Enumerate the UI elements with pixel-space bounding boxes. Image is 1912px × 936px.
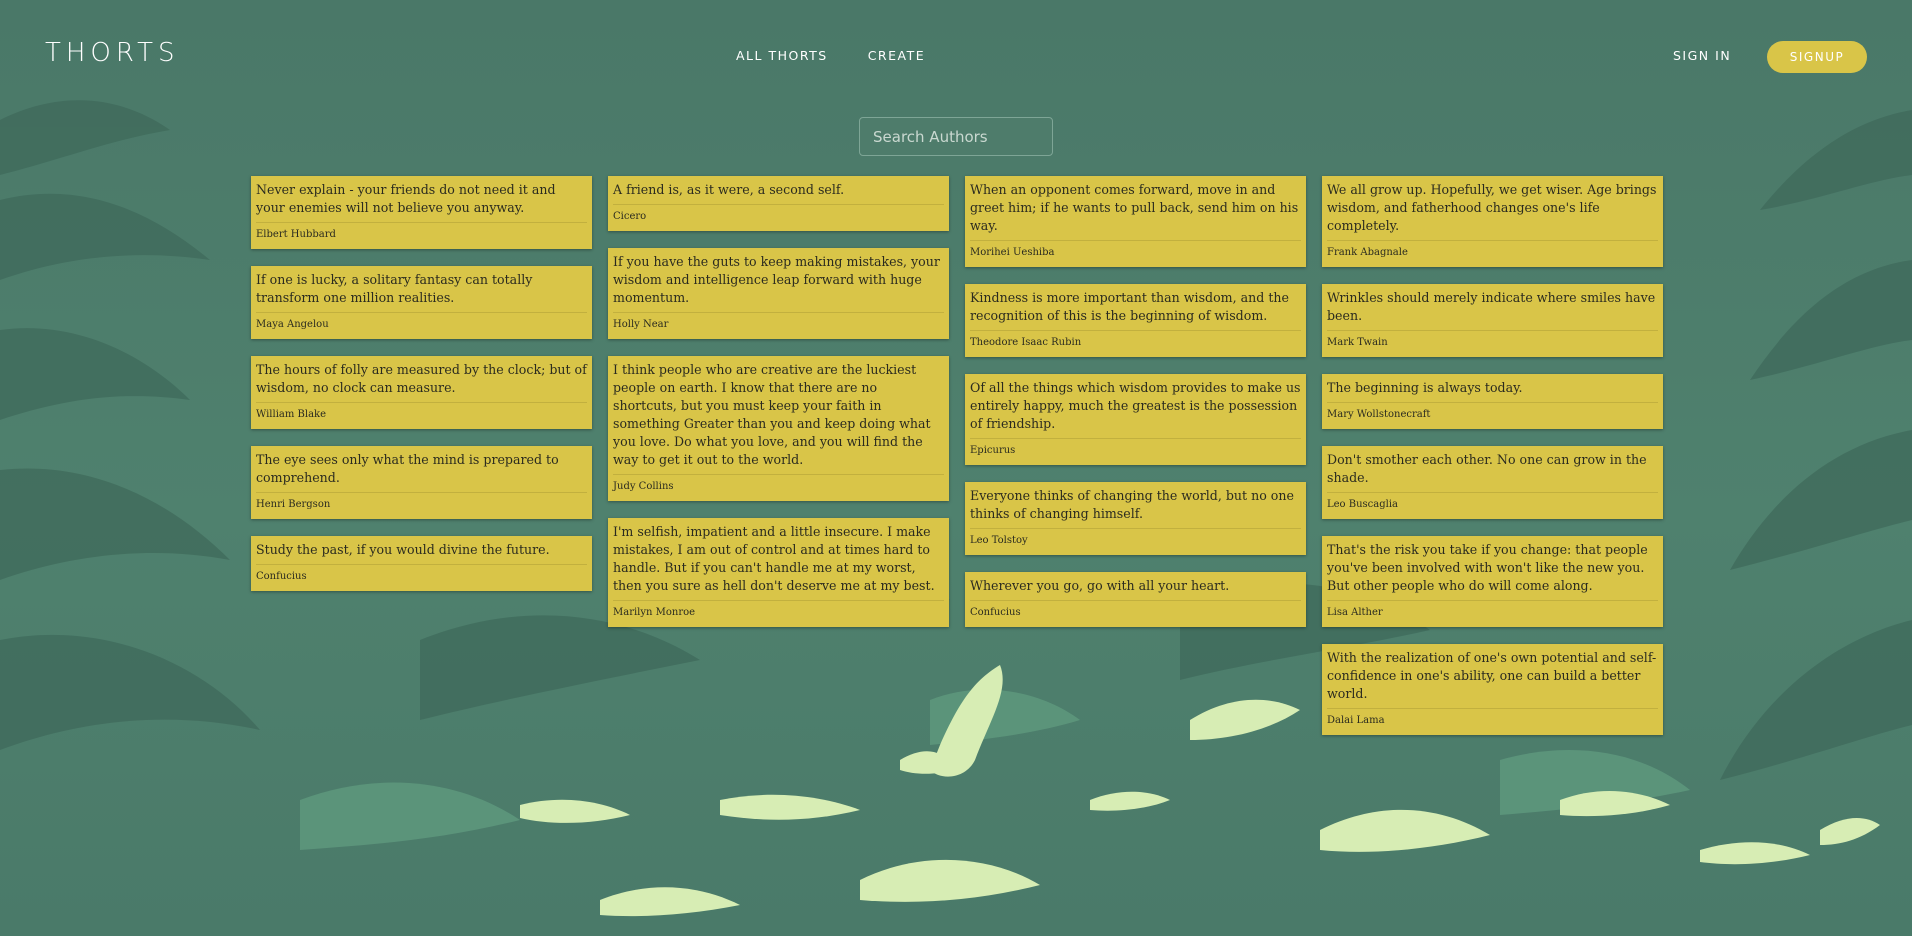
quote-card[interactable]: Of all the things which wisdom provides … xyxy=(965,374,1306,465)
quote-card[interactable]: We all grow up. Hopefully, we get wiser.… xyxy=(1322,176,1663,267)
quote-card[interactable]: A friend is, as it were, a second self. … xyxy=(608,176,949,231)
quote-author: Leo Buscaglia xyxy=(1327,499,1399,510)
site-logo[interactable]: THORTS xyxy=(45,38,179,68)
quote-author: Frank Abagnale xyxy=(1327,247,1408,258)
quote-card[interactable]: Kindness is more important than wisdom, … xyxy=(965,284,1306,357)
quote-text: Of all the things which wisdom provides … xyxy=(970,379,1301,439)
quote-text: The hours of folly are measured by the c… xyxy=(256,361,587,403)
quotes-grid: Never explain - your friends do not need… xyxy=(251,176,1663,735)
quote-text: Everyone thinks of changing the world, b… xyxy=(970,487,1301,529)
quote-author: Holly Near xyxy=(613,319,669,330)
quote-text: Wherever you go, go with all your heart. xyxy=(970,577,1301,601)
quote-author: Dalai Lama xyxy=(1327,715,1385,726)
quote-author: Marilyn Monroe xyxy=(613,607,696,618)
quote-text: When an opponent comes forward, move in … xyxy=(970,181,1301,241)
quote-card[interactable]: If you have the guts to keep making mist… xyxy=(608,248,949,339)
quote-card[interactable]: The hours of folly are measured by the c… xyxy=(251,356,592,429)
quote-text: If you have the guts to keep making mist… xyxy=(613,253,944,313)
quote-card[interactable]: If one is lucky, a solitary fantasy can … xyxy=(251,266,592,339)
nav-all-thorts-link[interactable]: ALL THORTS xyxy=(736,48,828,63)
quote-author: Leo Tolstoy xyxy=(970,535,1028,546)
quote-author: Mary Wollstonecraft xyxy=(1327,409,1431,420)
quote-text: I think people who are creative are the … xyxy=(613,361,944,475)
quote-card[interactable]: The eye sees only what the mind is prepa… xyxy=(251,446,592,519)
search-authors-input[interactable] xyxy=(859,117,1053,156)
quote-card[interactable]: The beginning is always today. Mary Woll… xyxy=(1322,374,1663,429)
quote-author: Cicero xyxy=(613,211,647,222)
quote-card[interactable]: I think people who are creative are the … xyxy=(608,356,949,501)
quote-text: The beginning is always today. xyxy=(1327,379,1658,403)
quote-text: I'm selfish, impatient and a little inse… xyxy=(613,523,944,601)
nav-create-link[interactable]: CREATE xyxy=(868,48,925,63)
quote-text: The eye sees only what the mind is prepa… xyxy=(256,451,587,493)
quote-text: Kindness is more important than wisdom, … xyxy=(970,289,1301,331)
quote-card[interactable]: Everyone thinks of changing the world, b… xyxy=(965,482,1306,555)
quote-card[interactable]: Never explain - your friends do not need… xyxy=(251,176,592,249)
quote-text: Never explain - your friends do not need… xyxy=(256,181,587,223)
quote-author: Confucius xyxy=(970,607,1021,618)
main-nav: ALL THORTS CREATE xyxy=(736,48,925,63)
quote-author: Maya Angelou xyxy=(256,319,329,330)
quote-author: Morihei Ueshiba xyxy=(970,247,1055,258)
quote-author: Judy Collins xyxy=(613,481,674,492)
quote-author: Lisa Alther xyxy=(1327,607,1383,618)
quote-card[interactable]: I'm selfish, impatient and a little inse… xyxy=(608,518,949,627)
quote-author: Confucius xyxy=(256,571,307,582)
quote-text: If one is lucky, a solitary fantasy can … xyxy=(256,271,587,313)
quote-card[interactable]: With the realization of one's own potent… xyxy=(1322,644,1663,735)
quote-card[interactable]: Don't smother each other. No one can gro… xyxy=(1322,446,1663,519)
quote-column-1: Never explain - your friends do not need… xyxy=(251,176,592,735)
quote-author: Mark Twain xyxy=(1327,337,1388,348)
quote-card[interactable]: When an opponent comes forward, move in … xyxy=(965,176,1306,267)
quote-author: Epicurus xyxy=(970,445,1016,456)
quote-text: A friend is, as it were, a second self. xyxy=(613,181,944,205)
quote-author: Theodore Isaac Rubin xyxy=(970,337,1082,348)
quote-text: Study the past, if you would divine the … xyxy=(256,541,587,565)
quote-text: With the realization of one's own potent… xyxy=(1327,649,1658,709)
quote-column-3: When an opponent comes forward, move in … xyxy=(965,176,1306,735)
quote-author: Henri Bergson xyxy=(256,499,331,510)
top-navigation-bar: THORTS ALL THORTS CREATE SIGN IN SIGNUP xyxy=(0,0,1912,112)
quote-text: We all grow up. Hopefully, we get wiser.… xyxy=(1327,181,1658,241)
sign-in-link[interactable]: SIGN IN xyxy=(1673,48,1731,63)
quote-author: William Blake xyxy=(256,409,327,420)
quote-text: Don't smother each other. No one can gro… xyxy=(1327,451,1658,493)
quote-text: That's the risk you take if you change: … xyxy=(1327,541,1658,601)
signup-button[interactable]: SIGNUP xyxy=(1767,41,1867,73)
quote-card[interactable]: Study the past, if you would divine the … xyxy=(251,536,592,591)
quote-card[interactable]: That's the risk you take if you change: … xyxy=(1322,536,1663,627)
quote-card[interactable]: Wherever you go, go with all your heart.… xyxy=(965,572,1306,627)
quote-author: Elbert Hubbard xyxy=(256,229,336,240)
quote-column-4: We all grow up. Hopefully, we get wiser.… xyxy=(1322,176,1663,735)
quote-text: Wrinkles should merely indicate where sm… xyxy=(1327,289,1658,331)
quote-card[interactable]: Wrinkles should merely indicate where sm… xyxy=(1322,284,1663,357)
quote-column-2: A friend is, as it were, a second self. … xyxy=(608,176,949,735)
